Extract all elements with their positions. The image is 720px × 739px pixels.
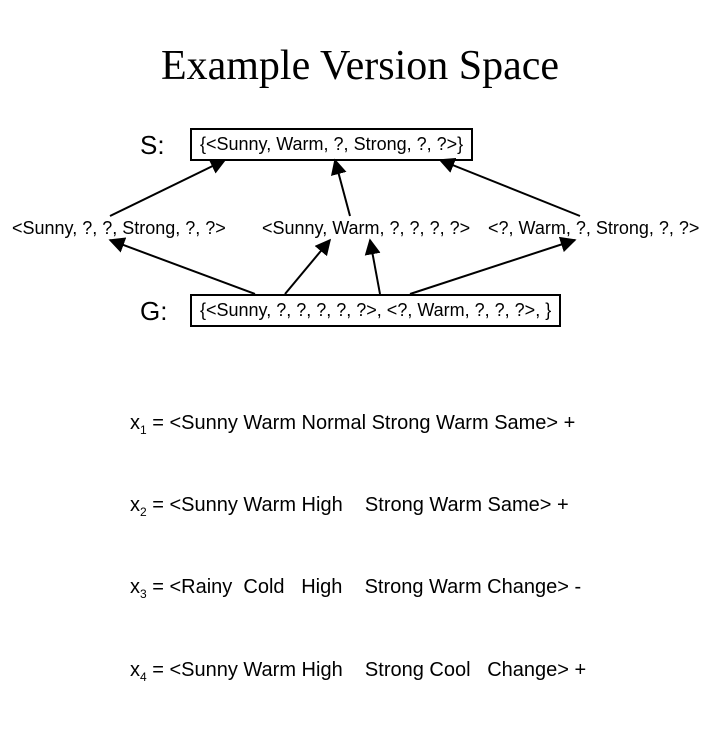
label-g: G:	[140, 296, 167, 327]
example-row: x4 = <Sunny Warm High Strong Cool Change…	[130, 657, 586, 685]
hypothesis-1: <Sunny, ?, ?, Strong, ?, ?>	[12, 218, 226, 239]
example-row: x2 = <Sunny Warm High Strong Warm Same> …	[130, 492, 586, 520]
example-row: x1 = <Sunny Warm Normal Strong Warm Same…	[130, 410, 586, 438]
hypothesis-3: <?, Warm, ?, Strong, ?, ?>	[488, 218, 699, 239]
g-boundary-box: {<Sunny, ?, ?, ?, ?, ?>, <?, Warm, ?, ?,…	[190, 294, 561, 327]
training-examples: x1 = <Sunny Warm Normal Strong Warm Same…	[130, 356, 586, 739]
hypothesis-2: <Sunny, Warm, ?, ?, ?, ?>	[262, 218, 470, 239]
example-row: x3 = <Rainy Cold High Strong Warm Change…	[130, 574, 586, 602]
s-boundary-box: {<Sunny, Warm, ?, Strong, ?, ?>}	[190, 128, 473, 161]
label-s: S:	[140, 130, 165, 161]
slide-title: Example Version Space	[0, 42, 720, 90]
slide: Example Version Space S: {<Sunny, Warm, …	[0, 0, 720, 540]
